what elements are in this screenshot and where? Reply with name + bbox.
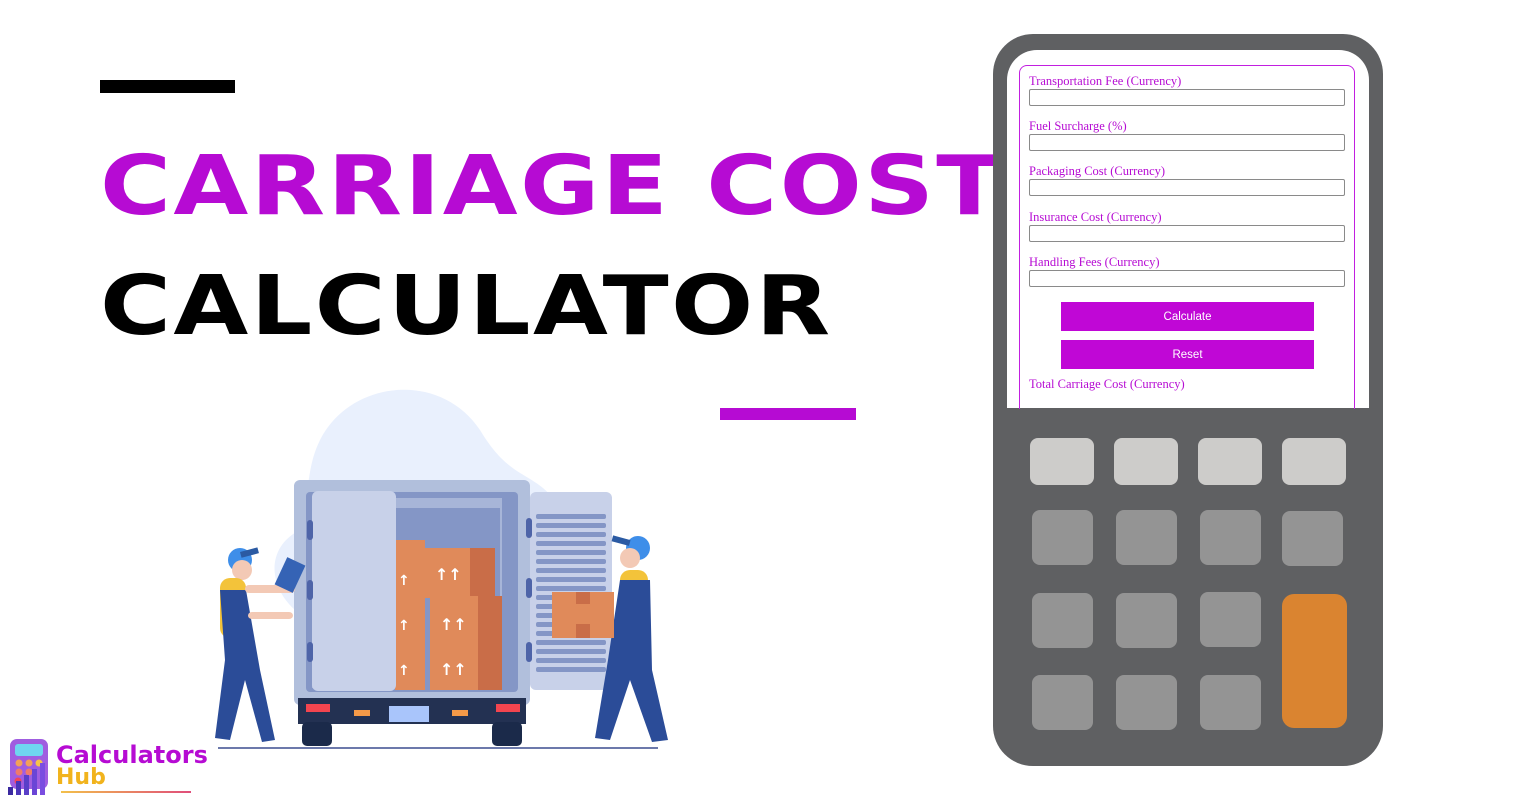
calculator-chart-icon bbox=[8, 739, 48, 795]
cargo-boxes: ↑↑ ↑↑ ↑↑ ↑ ↑ ↑ bbox=[395, 540, 502, 690]
packaging-cost-label: Packaging Cost (Currency) bbox=[1029, 164, 1166, 178]
calculator-key bbox=[1030, 438, 1094, 485]
truck-door-left bbox=[312, 491, 396, 691]
transportation-fee-label: Transportation Fee (Currency) bbox=[1029, 74, 1182, 88]
svg-text:↑: ↑ bbox=[398, 663, 410, 679]
worker-left bbox=[215, 547, 306, 742]
insurance-cost-input[interactable] bbox=[1029, 225, 1345, 242]
field-insurance-cost: Insurance Cost (Currency) bbox=[1029, 210, 1345, 242]
calculator-key bbox=[1200, 592, 1261, 647]
calculator-key bbox=[1032, 593, 1093, 648]
movers-truck-illustration: ↑↑ ↑↑ ↑↑ ↑ ↑ ↑ bbox=[215, 389, 668, 749]
calculator-key bbox=[1282, 438, 1346, 485]
title-line-1: CARRIAGE COST bbox=[100, 139, 1005, 234]
transportation-fee-input[interactable] bbox=[1029, 89, 1345, 106]
decorative-bar-accent bbox=[720, 408, 856, 420]
calculator-key bbox=[1032, 675, 1093, 730]
logo-underline bbox=[61, 791, 191, 793]
fuel-surcharge-label: Fuel Surcharge (%) bbox=[1029, 119, 1127, 133]
total-carriage-cost-label: Total Carriage Cost (Currency) bbox=[1029, 377, 1185, 391]
calculator-key bbox=[1282, 511, 1343, 566]
calculator-key bbox=[1114, 438, 1178, 485]
calculator-key bbox=[1200, 510, 1261, 565]
field-fuel-surcharge: Fuel Surcharge (%) bbox=[1029, 119, 1345, 151]
handling-fees-label: Handling Fees (Currency) bbox=[1029, 255, 1160, 269]
handling-fees-input[interactable] bbox=[1029, 270, 1345, 287]
fuel-surcharge-input[interactable] bbox=[1029, 134, 1345, 151]
svg-text:↑↑: ↑↑ bbox=[440, 615, 467, 634]
svg-text:↑: ↑ bbox=[398, 618, 410, 634]
calculator-key bbox=[1116, 675, 1177, 730]
title-line-2: CALCULATOR bbox=[100, 259, 833, 354]
calculator-key bbox=[1116, 593, 1177, 648]
decorative-bar-top bbox=[100, 80, 235, 93]
insurance-cost-label: Insurance Cost (Currency) bbox=[1029, 210, 1162, 224]
field-handling-fees: Handling Fees (Currency) bbox=[1029, 255, 1345, 287]
packaging-cost-input[interactable] bbox=[1029, 179, 1345, 196]
calculate-button[interactable]: Calculate bbox=[1061, 302, 1314, 331]
reset-button[interactable]: Reset bbox=[1061, 340, 1314, 369]
svg-text:↑: ↑ bbox=[398, 573, 410, 589]
field-transportation-fee: Transportation Fee (Currency) bbox=[1029, 74, 1345, 106]
calculator-screen: Transportation Fee (Currency) Fuel Surch… bbox=[1007, 50, 1369, 409]
calculators-hub-logo[interactable]: Calculators Hub bbox=[6, 737, 208, 797]
calculator-key bbox=[1200, 675, 1261, 730]
carriage-cost-form: Transportation Fee (Currency) Fuel Surch… bbox=[1019, 65, 1355, 409]
calculator-key-equals bbox=[1282, 594, 1347, 728]
calculator-key bbox=[1198, 438, 1262, 485]
svg-text:↑↑: ↑↑ bbox=[440, 660, 467, 679]
svg-text:↑↑: ↑↑ bbox=[435, 565, 462, 584]
calculator-key bbox=[1032, 510, 1093, 565]
calculator: Transportation Fee (Currency) Fuel Surch… bbox=[993, 34, 1383, 766]
field-packaging-cost: Packaging Cost (Currency) bbox=[1029, 164, 1345, 196]
calculator-key bbox=[1116, 510, 1177, 565]
logo-text-hub: Hub bbox=[56, 765, 106, 790]
